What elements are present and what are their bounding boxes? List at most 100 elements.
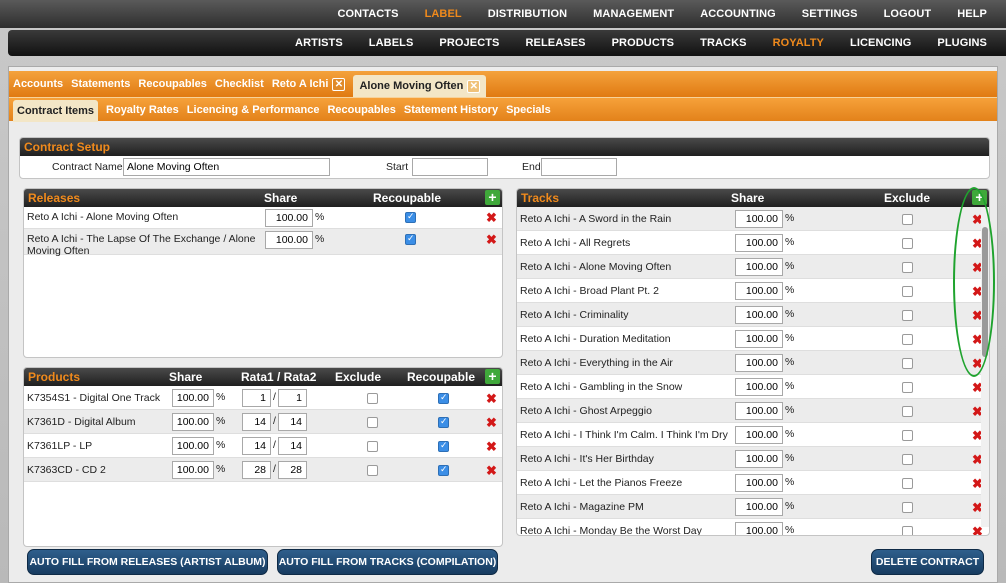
track-exclude-checkbox[interactable] — [902, 214, 913, 225]
add-product-button[interactable]: + — [485, 369, 500, 384]
delete-product-icon[interactable]: ✖ — [486, 463, 497, 479]
track-exclude-checkbox[interactable] — [902, 334, 913, 345]
product-share-input[interactable] — [172, 389, 214, 407]
product-share-input[interactable] — [172, 437, 214, 455]
rata2-input[interactable] — [278, 413, 307, 431]
autofill-tracks-button[interactable]: AUTO FILL FROM TRACKS (COMPILATION) — [277, 549, 498, 575]
track-share-input[interactable] — [735, 234, 783, 252]
release-recoupable-checkbox[interactable] — [405, 211, 416, 223]
nav-help[interactable]: HELP — [944, 8, 1000, 20]
delete-product-icon[interactable]: ✖ — [486, 415, 497, 431]
release-share-input[interactable] — [265, 231, 313, 249]
subnav-labels[interactable]: LABELS — [356, 37, 427, 49]
product-recoupable-checkbox[interactable] — [438, 464, 449, 476]
product-recoupable-checkbox[interactable] — [438, 416, 449, 428]
track-exclude-checkbox[interactable] — [902, 358, 913, 369]
nav-label[interactable]: LABEL — [412, 8, 475, 20]
subtab-recoupables[interactable]: Recoupables — [327, 104, 395, 116]
start-date-input[interactable] — [412, 158, 488, 176]
rata1-input[interactable] — [242, 461, 271, 479]
rata2-input[interactable] — [278, 389, 307, 407]
subnav-releases[interactable]: RELEASES — [513, 37, 599, 49]
delete-contract-button[interactable]: DELETE CONTRACT — [871, 549, 984, 575]
rata1-input[interactable] — [242, 437, 271, 455]
track-exclude-checkbox[interactable] — [902, 502, 913, 513]
tab-alone-moving-often[interactable]: Alone Moving Often ✕ — [353, 75, 487, 97]
track-share-input[interactable] — [735, 210, 783, 228]
release-share-input[interactable] — [265, 209, 313, 227]
subtab-licencing-performance[interactable]: Licencing & Performance — [187, 104, 320, 116]
track-exclude-checkbox[interactable] — [902, 310, 913, 321]
subnav-plugins[interactable]: PLUGINS — [924, 37, 1000, 49]
close-tab-icon[interactable]: ✕ — [332, 77, 346, 91]
subnav-tracks[interactable]: TRACKS — [687, 37, 759, 49]
product-exclude-checkbox[interactable] — [367, 441, 378, 452]
rata2-input[interactable] — [278, 461, 307, 479]
track-share-input[interactable] — [735, 306, 783, 324]
close-tab-icon[interactable]: ✕ — [467, 79, 481, 93]
end-date-input[interactable] — [541, 158, 617, 176]
add-track-button[interactable]: + — [972, 190, 987, 205]
rata1-input[interactable] — [242, 413, 271, 431]
tracks-scrollbar[interactable] — [981, 207, 989, 527]
track-exclude-checkbox[interactable] — [902, 478, 913, 489]
add-release-button[interactable]: + — [485, 190, 500, 205]
subtab-royalty-rates[interactable]: Royalty Rates — [106, 104, 179, 116]
product-share-input[interactable] — [172, 461, 214, 479]
subnav-licencing[interactable]: LICENCING — [837, 37, 924, 49]
subnav-artists[interactable]: ARTISTS — [282, 37, 356, 49]
tracks-scroll-thumb[interactable] — [982, 227, 988, 357]
subtab-contract-items[interactable]: Contract Items — [13, 99, 99, 122]
track-share-input[interactable] — [735, 258, 783, 276]
product-exclude-checkbox[interactable] — [367, 393, 378, 404]
track-share-input[interactable] — [735, 498, 783, 516]
delete-product-icon[interactable]: ✖ — [486, 391, 497, 407]
subnav-projects[interactable]: PROJECTS — [426, 37, 512, 49]
track-exclude-checkbox[interactable] — [902, 262, 913, 273]
track-exclude-checkbox[interactable] — [902, 526, 913, 535]
release-recoupable-checkbox[interactable] — [405, 233, 416, 245]
product-recoupable-checkbox[interactable] — [438, 392, 449, 404]
tab-reto-a-ichi[interactable]: Reto A Ichi ✕ — [272, 77, 346, 91]
track-exclude-checkbox[interactable] — [902, 430, 913, 441]
tab-statements[interactable]: Statements — [71, 78, 130, 90]
track-share-input[interactable] — [735, 282, 783, 300]
nav-contacts[interactable]: CONTACTS — [324, 8, 411, 20]
subtab-specials[interactable]: Specials — [506, 104, 551, 116]
tab-accounts[interactable]: Accounts — [13, 78, 63, 90]
subtab-statement-history[interactable]: Statement History — [404, 104, 498, 116]
delete-release-icon[interactable]: ✖ — [486, 210, 497, 226]
nav-distribution[interactable]: DISTRIBUTION — [475, 8, 580, 20]
product-recoupable-checkbox[interactable] — [438, 440, 449, 452]
subnav-products[interactable]: PRODUCTS — [599, 37, 688, 49]
track-exclude-checkbox[interactable] — [902, 382, 913, 393]
track-share-input[interactable] — [735, 330, 783, 348]
track-exclude-checkbox[interactable] — [902, 406, 913, 417]
subnav-royalty[interactable]: ROYALTY — [760, 37, 837, 49]
product-exclude-checkbox[interactable] — [367, 465, 378, 476]
rata1-input[interactable] — [242, 389, 271, 407]
track-exclude-checkbox[interactable] — [902, 286, 913, 297]
tab-checklist[interactable]: Checklist — [215, 78, 264, 90]
nav-settings[interactable]: SETTINGS — [789, 8, 871, 20]
delete-product-icon[interactable]: ✖ — [486, 439, 497, 455]
nav-logout[interactable]: LOGOUT — [871, 8, 945, 20]
delete-release-icon[interactable]: ✖ — [486, 232, 497, 248]
product-exclude-checkbox[interactable] — [367, 417, 378, 428]
track-share-input[interactable] — [735, 450, 783, 468]
track-share-input[interactable] — [735, 522, 783, 535]
nav-accounting[interactable]: ACCOUNTING — [687, 8, 789, 20]
product-share-input[interactable] — [172, 413, 214, 431]
track-share-input[interactable] — [735, 354, 783, 372]
track-share-input[interactable] — [735, 402, 783, 420]
autofill-releases-button[interactable]: AUTO FILL FROM RELEASES (ARTIST ALBUM) — [27, 549, 268, 575]
track-share-input[interactable] — [735, 426, 783, 444]
tab-recoupables[interactable]: Recoupables — [138, 78, 206, 90]
track-share-input[interactable] — [735, 378, 783, 396]
rata2-input[interactable] — [278, 437, 307, 455]
track-share-input[interactable] — [735, 474, 783, 492]
track-exclude-checkbox[interactable] — [902, 454, 913, 465]
contract-name-input[interactable] — [123, 158, 330, 176]
track-exclude-checkbox[interactable] — [902, 238, 913, 249]
nav-management[interactable]: MANAGEMENT — [580, 8, 687, 20]
